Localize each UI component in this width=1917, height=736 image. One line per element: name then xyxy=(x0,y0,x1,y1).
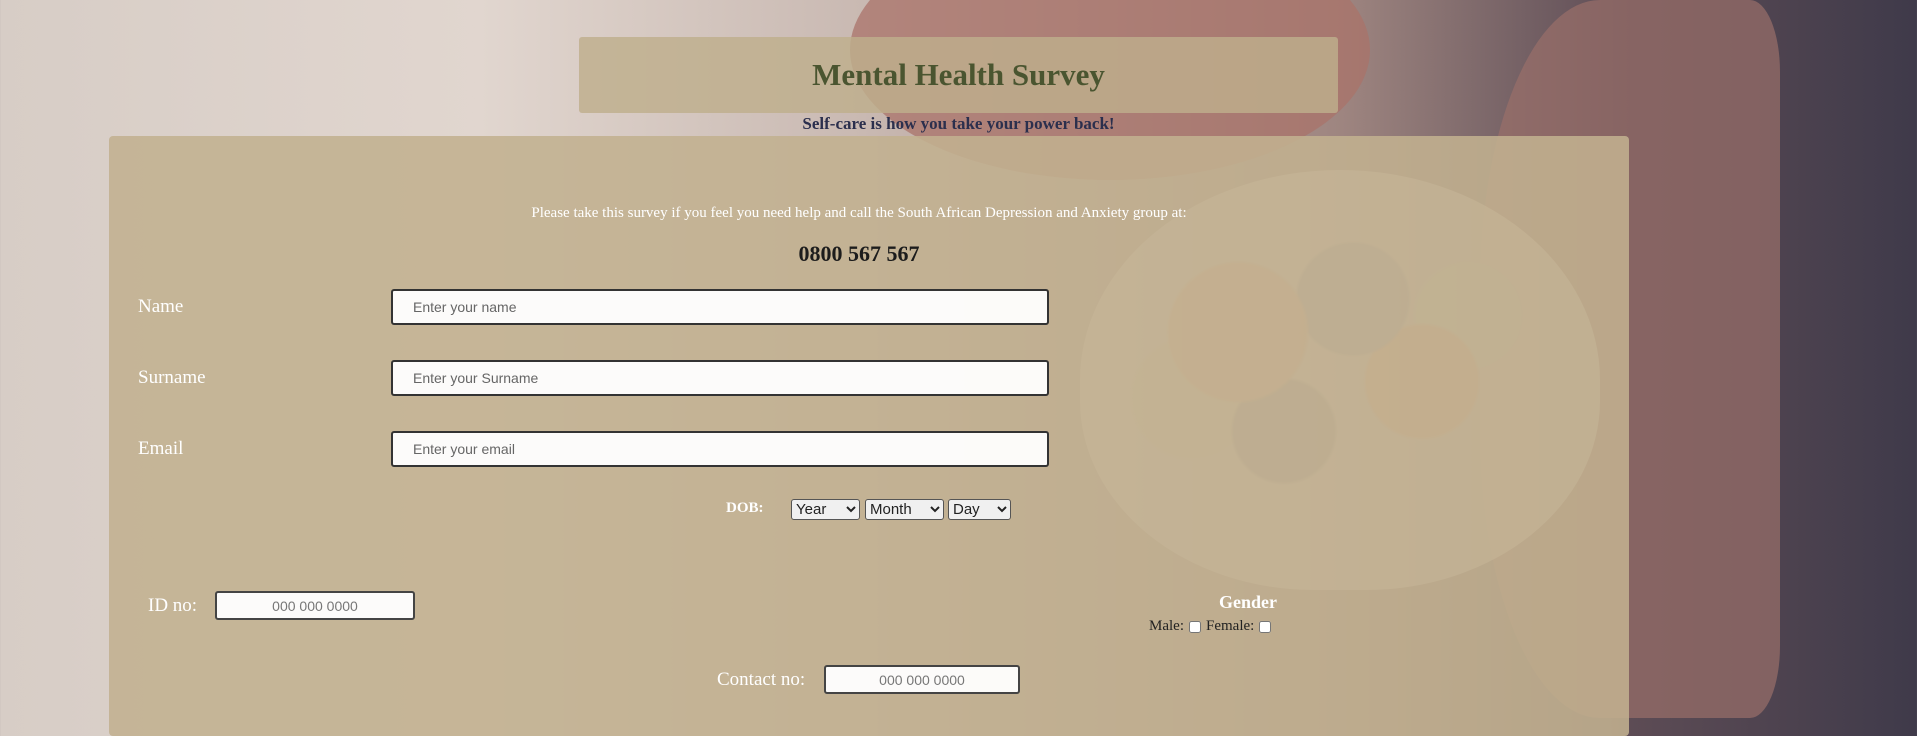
surname-input[interactable] xyxy=(391,360,1049,396)
intro-text: Please take this survey if you feel you … xyxy=(531,205,1187,221)
title-banner: Mental Health Survey xyxy=(579,37,1338,113)
page-title: Mental Health Survey xyxy=(812,57,1105,92)
name-input[interactable] xyxy=(391,289,1049,325)
male-checkbox[interactable] xyxy=(1189,620,1201,633)
dob-label: DOB: xyxy=(726,500,764,516)
surname-label: Surname xyxy=(138,367,206,388)
female-label: Female: xyxy=(1206,618,1255,634)
email-label: Email xyxy=(138,438,184,459)
survey-form-panel: Please take this survey if you feel you … xyxy=(109,136,1629,736)
female-checkbox[interactable] xyxy=(1259,620,1272,633)
email-input[interactable] xyxy=(391,431,1049,467)
id-no-label: ID no: xyxy=(148,595,198,616)
helpline-number: 0800 567 567 xyxy=(798,241,920,266)
name-label: Name xyxy=(138,296,184,317)
dob-year-select[interactable]: Year xyxy=(791,499,860,520)
contact-no-label: Contact no: xyxy=(717,669,806,690)
contact-no-input[interactable] xyxy=(824,665,1020,694)
male-label: Male: xyxy=(1149,618,1184,634)
page-tagline: Self-care is how you take your power bac… xyxy=(802,114,1115,133)
dob-day-select[interactable]: Day xyxy=(948,499,1011,520)
gender-title: Gender xyxy=(1219,592,1277,612)
gender-options: Male: Female: xyxy=(1149,618,1273,635)
id-no-input[interactable] xyxy=(215,591,415,620)
dob-month-select[interactable]: Month xyxy=(865,499,944,520)
